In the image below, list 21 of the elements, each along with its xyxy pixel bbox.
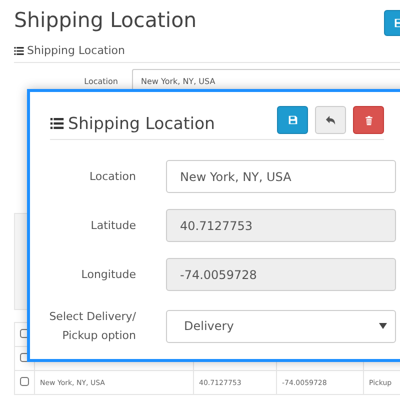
page-title: Shipping Location [14, 7, 197, 34]
trash-icon [364, 114, 374, 126]
undo-button[interactable] [315, 106, 346, 134]
caret-icon [379, 323, 387, 329]
delete-button[interactable] [353, 106, 384, 134]
field-label: Location [88, 169, 136, 185]
input-field[interactable]: New York, NY, USA [166, 160, 396, 193]
row-checkbox[interactable] [20, 353, 29, 362]
field-label: Location [83, 76, 119, 86]
field-label: Latitude [90, 218, 136, 234]
panel-title: Shipping Location [27, 44, 126, 57]
row-checkbox[interactable] [20, 377, 29, 386]
undo-icon [325, 114, 336, 126]
field-label: Select Delivery/ Pickup option [48, 309, 136, 344]
row-checkbox[interactable] [20, 329, 29, 338]
list-icon [50, 118, 64, 128]
dialog-title: Shipping Location [68, 114, 216, 132]
delivery-dropdown[interactable]: Delivery [166, 310, 396, 342]
list-icon [14, 46, 24, 54]
save-button[interactable] [277, 106, 308, 134]
field-label: Longitude [80, 267, 136, 283]
